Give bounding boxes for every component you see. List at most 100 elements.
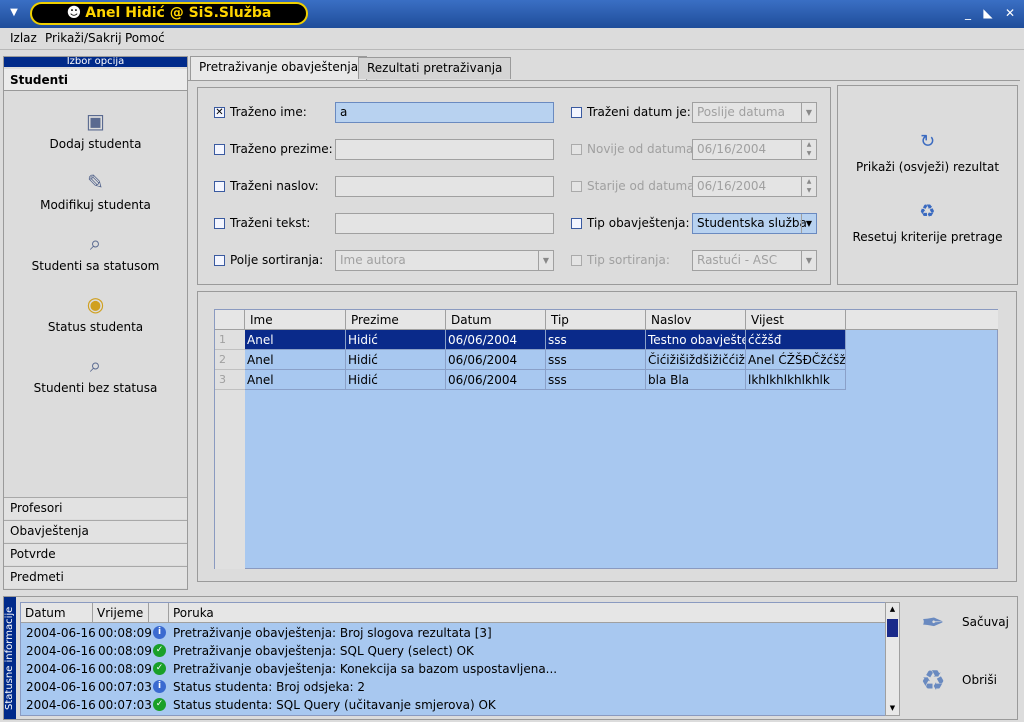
table-row[interactable]: 3 Anel Hidić 06/06/2004 sss bla Bla lkhl…: [215, 370, 846, 390]
date-label: Traženi datum je:: [587, 105, 691, 119]
recycle-icon: ♻: [919, 201, 936, 222]
check-icon: ✓: [153, 644, 166, 657]
section-predmeti[interactable]: Predmeti: [4, 566, 187, 588]
column-header[interactable]: Vijest: [746, 310, 846, 330]
sort-field-select[interactable]: Ime autora ▼: [335, 250, 554, 271]
options-header: Izbor opcija: [4, 57, 187, 67]
table-row[interactable]: 1 Anel Hidić 06/06/2004 sss Testno obavj…: [215, 330, 846, 350]
section-profesori[interactable]: Profesori: [4, 497, 187, 519]
column-header[interactable]: Ime: [245, 310, 346, 330]
spinner-icon[interactable]: ▲ ▼: [801, 177, 816, 196]
surname-input[interactable]: [335, 139, 554, 160]
scroll-thumb[interactable]: [887, 619, 898, 637]
show-results-button[interactable]: ↻ Prikaži (osvježi) rezultat: [838, 128, 1017, 174]
column-header[interactable]: Naslov: [646, 310, 746, 330]
status-icon: ◉: [86, 292, 105, 316]
name-input[interactable]: a: [335, 102, 554, 123]
nav-students-with-status[interactable]: ⌕ Studenti sa statusom: [4, 225, 187, 283]
search-users-icon: ⌕: [89, 353, 102, 377]
sort-field-label: Polje sortiranja:: [230, 253, 324, 267]
maximize-icon[interactable]: ◣: [980, 5, 996, 21]
title-bar: ▼ ☻ Anel Hidić @ SiS.Služba _ ◣ ✕: [0, 0, 1024, 28]
magnifier-icon: ⌕: [89, 231, 102, 255]
log-row[interactable]: 2004-06-16 00:07:03 i Status studenta: B…: [21, 678, 885, 696]
sort-field-checkbox[interactable]: [214, 255, 225, 266]
log-scrollbar[interactable]: ▲ ▼: [885, 602, 900, 716]
text-input[interactable]: [335, 213, 554, 234]
status-info-label: Statusne informacije: [4, 597, 16, 719]
status-area: Statusne informacije Datum Vrijeme Poruk…: [3, 596, 1018, 720]
nav-student-status[interactable]: ◉ Status studenta: [4, 286, 187, 344]
minimize-icon[interactable]: _: [960, 5, 976, 21]
newer-checkbox[interactable]: [571, 144, 582, 155]
scroll-up-icon[interactable]: ▲: [886, 603, 899, 616]
column-header[interactable]: Vrijeme: [93, 603, 149, 623]
wrench-icon: ✎: [87, 170, 104, 194]
menu-pomoc[interactable]: Pomoć: [125, 31, 165, 45]
section-potvrde[interactable]: Potvrde: [4, 543, 187, 565]
title-checkbox[interactable]: [214, 181, 225, 192]
reset-criteria-button[interactable]: ♻ Resetuj kriterije pretrage: [838, 198, 1017, 244]
scroll-down-icon[interactable]: ▼: [886, 702, 899, 715]
log-row[interactable]: 2004-06-16 00:07:03 ✓ Status studenta: S…: [21, 696, 885, 714]
table-row[interactable]: 2 Anel Hidić 06/06/2004 sss Čićižišiždši…: [215, 350, 846, 370]
nav-add-student[interactable]: ▣ Dodaj studenta: [4, 103, 187, 161]
header-filler: [846, 310, 998, 330]
close-icon[interactable]: ✕: [1002, 5, 1018, 21]
section-studenti[interactable]: Studenti: [4, 69, 187, 91]
chevron-down-icon: ▼: [801, 103, 816, 122]
name-checkbox[interactable]: ✕: [214, 107, 225, 118]
text-checkbox[interactable]: [214, 218, 225, 229]
save-button[interactable]: ✒ Sačuvaj: [914, 603, 1014, 649]
spinner-icon[interactable]: ▲ ▼: [801, 140, 816, 159]
date-checkbox[interactable]: [571, 107, 582, 118]
type-label: Tip obavještenja:: [587, 216, 690, 230]
menu-izlaz[interactable]: Izlaz: [10, 31, 37, 45]
log-row[interactable]: 2004-06-16 00:08:09 ✓ Pretraživanje obav…: [21, 660, 885, 678]
window-title: ☻ Anel Hidić @ SiS.Služba: [30, 2, 308, 25]
status-log: Datum Vrijeme Poruka 2004-06-16 00:08:09…: [20, 602, 886, 716]
column-header[interactable]: Prezime: [346, 310, 446, 330]
type-checkbox[interactable]: [571, 218, 582, 229]
text-label: Traženi tekst:: [230, 216, 311, 230]
column-header[interactable]: Datum: [446, 310, 546, 330]
app-icon: ☻: [66, 5, 82, 21]
results-table: Ime Prezime Datum Tip Naslov Vijest 1 An…: [214, 309, 998, 569]
date-mode-select[interactable]: Poslije datuma ▼: [692, 102, 817, 123]
surname-checkbox[interactable]: [214, 144, 225, 155]
tab-search-notices[interactable]: Pretraživanje obavještenja: [190, 56, 368, 80]
column-header[interactable]: Datum: [21, 603, 93, 623]
delete-button[interactable]: ♻ Obriši: [914, 661, 1014, 707]
type-select[interactable]: Studentska služba ▼: [692, 213, 817, 234]
older-checkbox[interactable]: [571, 181, 582, 192]
older-label: Starije od datuma:: [587, 179, 699, 193]
newer-date-input[interactable]: 06/16/2004 ▲ ▼: [692, 139, 817, 160]
column-header-icon[interactable]: [149, 603, 169, 623]
window-menu-icon[interactable]: ▼: [6, 5, 22, 21]
check-icon: ✓: [153, 698, 166, 711]
section-obavjestenja[interactable]: Obavještenja: [4, 520, 187, 542]
menu-bar: Izlaz Prikaži/Sakrij Pomoć: [0, 28, 1024, 50]
column-header[interactable]: Tip: [546, 310, 646, 330]
results-box: Ime Prezime Datum Tip Naslov Vijest 1 An…: [197, 291, 1017, 582]
chevron-down-icon: ▼: [801, 214, 816, 233]
sort-type-checkbox[interactable]: [571, 255, 582, 266]
log-row[interactable]: 2004-06-16 00:08:09 i Pretraživanje obav…: [21, 624, 885, 642]
nav-students-without-status[interactable]: ⌕ Studenti bez statusa: [4, 347, 187, 405]
options-panel: Izbor opcija Studenti ▣ Dodaj studenta ✎…: [3, 56, 188, 590]
nav-modify-student[interactable]: ✎ Modifikuj studenta: [4, 164, 187, 222]
log-row[interactable]: 2004-06-16 00:08:09 ✓ Pretraživanje obav…: [21, 642, 885, 660]
column-header[interactable]: Poruka: [169, 603, 885, 623]
add-student-icon: ▣: [86, 109, 105, 133]
surname-label: Traženo prezime:: [230, 142, 333, 156]
menu-prikazi-sakrij[interactable]: Prikaži/Sakrij: [45, 31, 122, 45]
sort-type-select[interactable]: Rastući - ASC ▼: [692, 250, 817, 271]
recycle-bin-icon: ♻: [920, 664, 946, 697]
title-input[interactable]: [335, 176, 554, 197]
newer-label: Novije od datuma:: [587, 142, 698, 156]
refresh-icon: ↻: [919, 131, 936, 152]
title-label: Traženi naslov:: [230, 179, 319, 193]
tab-search-results[interactable]: Rezultati pretraživanja: [358, 57, 512, 79]
older-date-input[interactable]: 06/16/2004 ▲ ▼: [692, 176, 817, 197]
tab-divider: [188, 80, 1020, 81]
